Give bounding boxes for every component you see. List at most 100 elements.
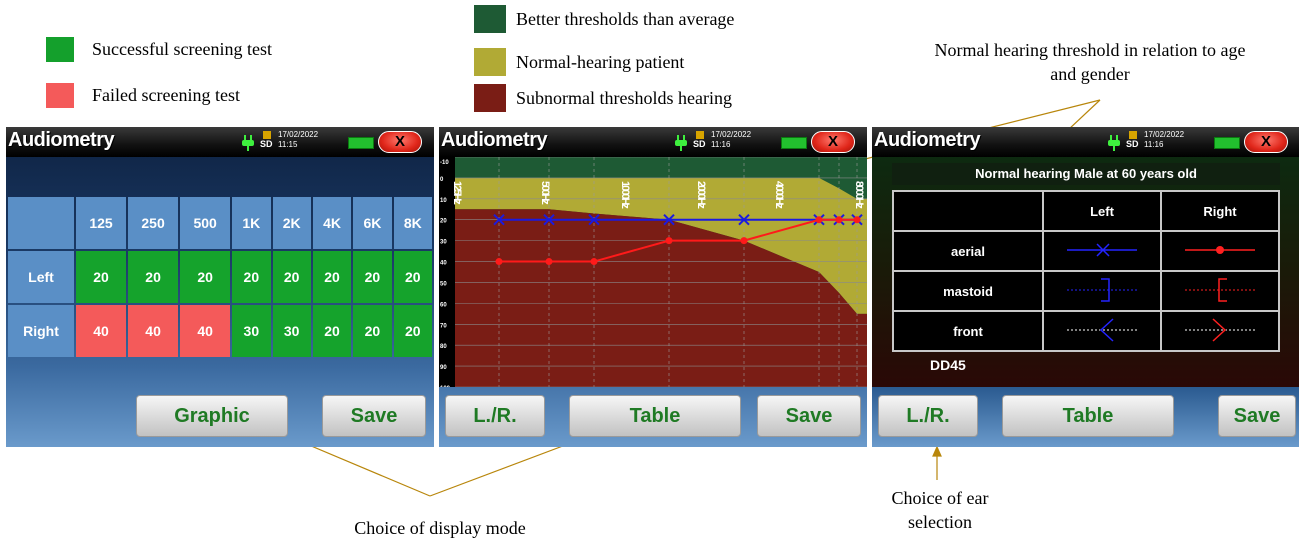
legend-subnormal-label: Subnormal thresholds hearing	[516, 87, 732, 108]
col-right-label: Right	[1160, 190, 1280, 232]
title-bar: Audiometry SD 17/02/2022 11:15 X	[6, 127, 434, 157]
right-ear-marker	[835, 216, 843, 224]
row-label: Left	[8, 251, 74, 303]
y-tick-label: -10	[440, 160, 449, 166]
threshold-cell[interactable]: 30	[272, 305, 311, 357]
freq-label: 125Hz	[451, 181, 463, 205]
datetime: 17/02/2022 11:16	[1144, 130, 1184, 150]
table-button[interactable]: Table	[569, 395, 741, 437]
threshold-cell[interactable]: 40	[180, 305, 231, 357]
battery-icon	[1214, 137, 1240, 149]
row-label: front	[892, 310, 1044, 352]
lr-button[interactable]: L./R.	[878, 395, 978, 437]
freq-header: 6K	[353, 197, 392, 249]
audiogram-chart[interactable]: -100102030405060708090100125Hz500Hz1000H…	[439, 157, 867, 387]
threshold-cell[interactable]: 20	[393, 251, 432, 303]
y-tick-label: 30	[440, 240, 447, 246]
y-tick-label: 10	[440, 198, 447, 204]
aerial-left-symbol	[1042, 230, 1162, 272]
right-ear-marker	[495, 258, 503, 266]
audiogram-table: 125 250 500 1K 2K 4K 6K 8K Left 20 20 20…	[6, 195, 434, 359]
threshold-cell[interactable]: 20	[393, 305, 432, 357]
better-swatch	[474, 5, 506, 33]
battery-icon	[348, 137, 374, 149]
freq-header: 1K	[232, 197, 271, 249]
front-left-symbol	[1042, 310, 1162, 352]
legend-screen: Audiometry SD 17/02/2022 11:16 X Normal …	[872, 127, 1299, 447]
threshold-cell[interactable]: 30	[232, 305, 271, 357]
save-button[interactable]: Save	[322, 395, 426, 437]
y-tick-label: 100	[440, 386, 451, 387]
bracket-marker-icon	[1067, 277, 1137, 302]
threshold-cell[interactable]: 20	[353, 251, 392, 303]
threshold-cell[interactable]: 20	[312, 305, 352, 357]
save-button[interactable]: Save	[1218, 395, 1296, 437]
threshold-cell[interactable]: 40	[128, 305, 179, 357]
legend-better: Better thresholds than average	[474, 5, 734, 33]
y-tick-label: 80	[440, 344, 447, 350]
time-label: 11:16	[1144, 140, 1164, 149]
freq-label: 2000Hz	[695, 181, 707, 209]
right-ear-marker	[740, 237, 748, 245]
y-tick-label: 50	[440, 281, 447, 287]
legend-header-row: Left Right	[892, 190, 1280, 232]
legend-normal: Normal-hearing patient	[474, 48, 684, 76]
table-button[interactable]: Table	[1002, 395, 1174, 437]
time-label: 11:16	[711, 140, 731, 149]
freq-label: 4000Hz	[773, 181, 785, 209]
bracket-marker-icon	[1185, 277, 1255, 302]
freq-header: 250	[128, 197, 179, 249]
threshold-cell[interactable]: 40	[76, 305, 127, 357]
y-tick-label: 40	[440, 261, 447, 267]
threshold-cell[interactable]: 20	[272, 251, 311, 303]
row-label: Right	[8, 305, 74, 357]
success-swatch	[46, 37, 74, 62]
threshold-cell[interactable]: 20	[353, 305, 392, 357]
freq-header: 8K	[393, 197, 432, 249]
close-button[interactable]: X	[1244, 131, 1288, 153]
threshold-cell[interactable]: 20	[180, 251, 231, 303]
corner-cell	[8, 197, 74, 249]
legend-corner	[892, 190, 1044, 232]
legend-subnormal: Subnormal thresholds hearing	[474, 84, 732, 112]
table-row-left: Left 20 20 20 20 20 20 20 20	[8, 251, 432, 303]
threshold-cell[interactable]: 20	[312, 251, 352, 303]
app-title: Audiometry	[8, 129, 115, 151]
sd-card-icon: SD	[260, 131, 274, 153]
freq-label: 1000Hz	[619, 181, 631, 209]
fail-swatch	[46, 83, 74, 108]
graphic-button[interactable]: Graphic	[136, 395, 288, 437]
threshold-cell[interactable]: 20	[128, 251, 179, 303]
threshold-cell[interactable]: 20	[232, 251, 271, 303]
date-label: 17/02/2022	[278, 130, 319, 139]
table-row-right: Right 40 40 40 30 30 20 20 20	[8, 305, 432, 357]
legend-fail: Failed screening test	[46, 83, 240, 108]
close-button[interactable]: X	[378, 131, 422, 153]
symbol-legend-table: Left Right aerial mastoid front	[892, 190, 1280, 352]
legend-fail-label: Failed screening test	[92, 85, 240, 105]
right-ear-marker	[545, 258, 553, 266]
y-tick-label: 20	[440, 219, 447, 225]
datetime: 17/02/2022 11:15	[278, 130, 318, 150]
legend-success: Successful screening test	[46, 37, 272, 62]
freq-label: 8000Hz	[853, 181, 865, 209]
time-label: 11:15	[278, 140, 298, 149]
threshold-cell[interactable]: 20	[76, 251, 127, 303]
sd-card-icon: SD	[1126, 131, 1140, 153]
right-ear-marker	[853, 216, 861, 224]
save-button[interactable]: Save	[757, 395, 861, 437]
normal-swatch	[474, 48, 506, 76]
y-tick-label: 70	[440, 323, 447, 329]
row-label: mastoid	[892, 270, 1044, 312]
display-mode-annotation: Choice of display mode	[354, 518, 526, 538]
title-bar: Audiometry SD 17/02/2022 11:16 X	[872, 127, 1299, 157]
right-ear-marker	[815, 216, 823, 224]
freq-header: 2K	[272, 197, 311, 249]
mastoid-right-symbol	[1160, 270, 1280, 312]
title-bar: Audiometry SD 17/02/2022 11:16 X	[439, 127, 867, 157]
legend-better-label: Better thresholds than average	[516, 8, 735, 29]
close-button[interactable]: X	[811, 131, 855, 153]
right-ear-marker	[665, 237, 673, 245]
subnormal-swatch	[474, 84, 506, 112]
lr-button[interactable]: L./R.	[445, 395, 545, 437]
